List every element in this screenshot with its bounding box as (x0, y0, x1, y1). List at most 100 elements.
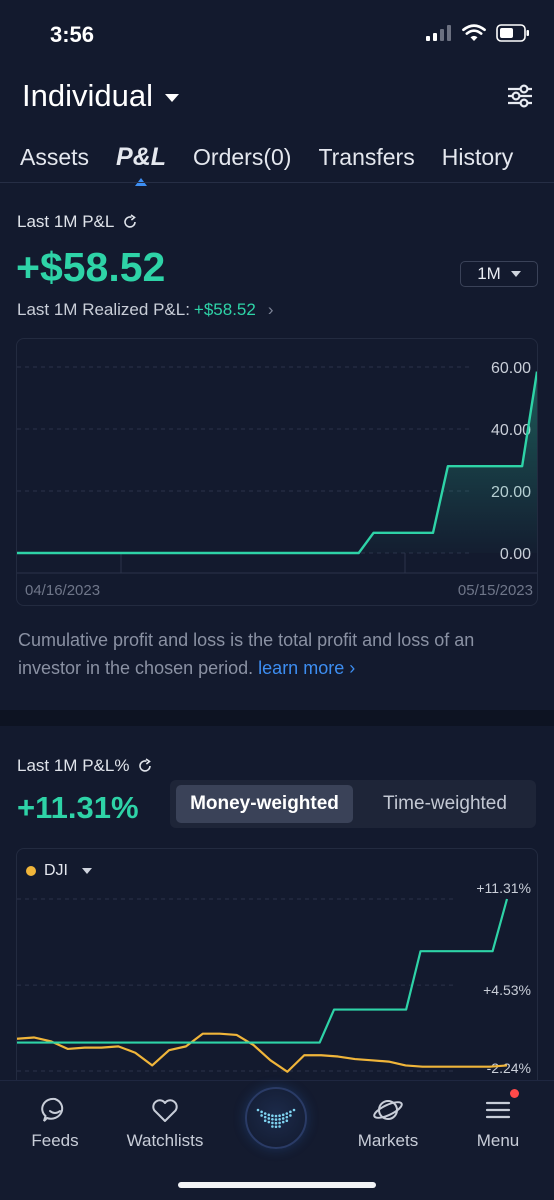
logo-dot (274, 1118, 278, 1121)
logo-dot (263, 1115, 267, 1119)
nav-markets-label: Markets (357, 1131, 419, 1150)
nav-markets[interactable]: Markets (333, 1095, 443, 1151)
status-icons (426, 24, 530, 42)
y-tick-label: -2.24% (487, 1060, 531, 1076)
account-selector[interactable]: Individual (22, 76, 179, 116)
logo-dot (274, 1125, 278, 1129)
period-label: 1M (477, 264, 501, 283)
logo-dot (256, 1108, 260, 1112)
tab-assets[interactable]: Assets (20, 144, 89, 171)
tab-bar: Assets P&L Orders(0) Transfers History (0, 132, 554, 186)
x-tick-label-end: 05/15/2023 (458, 582, 533, 599)
weighting-toggle: Money-weighted Time-weighted (170, 780, 536, 828)
nav-menu[interactable]: Menu (443, 1095, 553, 1151)
status-bar: 3:56 (0, 0, 554, 70)
logo-dot (267, 1117, 271, 1120)
pnl-pct-label-row: Last 1M P&L% (17, 756, 153, 776)
logo-dot (281, 1120, 285, 1124)
tab-pnl[interactable]: P&L (116, 142, 167, 186)
y-tick-label: 40.00 (491, 422, 531, 439)
pnl-label: Last 1M P&L (17, 212, 115, 231)
logo-dot (281, 1117, 285, 1120)
notification-badge (510, 1089, 519, 1098)
nav-watchlists-label: Watchlists (126, 1131, 204, 1150)
logo-dot (285, 1115, 289, 1119)
feeds-icon (41, 1097, 64, 1122)
tab-pnl-label: P&L (116, 142, 167, 171)
chevron-right-icon: › (267, 300, 274, 319)
logo-dot (289, 1114, 292, 1117)
refresh-icon[interactable] (137, 758, 153, 774)
logo-dot (278, 1125, 281, 1128)
logo-dot (278, 1121, 281, 1125)
benchmark-label: DJI (44, 862, 68, 879)
logo-dot (260, 1114, 263, 1117)
pnl-value: +$58.52 (16, 244, 166, 290)
menu-icon (485, 1101, 511, 1119)
status-time: 3:56 (50, 22, 95, 47)
logo-dot (271, 1118, 274, 1121)
home-logo-button[interactable] (245, 1087, 307, 1149)
caret-down-icon (510, 271, 521, 277)
caret-down-icon (164, 94, 179, 102)
benchmark-selector[interactable]: DJI (26, 862, 92, 880)
refresh-icon[interactable] (122, 214, 138, 230)
y-tick-label: 60.00 (491, 360, 531, 377)
pnl-chart-svg: 60.0040.0020.000.0004/16/202305/15/2023 (17, 360, 537, 599)
logo-dot (281, 1113, 285, 1117)
logo-dot (285, 1119, 289, 1123)
x-tick-label-start: 04/16/2023 (25, 582, 100, 599)
planet-icon (373, 1100, 403, 1120)
logo-dot (263, 1112, 267, 1115)
section-separator (0, 710, 554, 726)
pnl-pct-line (17, 898, 509, 1044)
tab-orders[interactable]: Orders(0) (193, 144, 291, 171)
signal-icon (426, 25, 451, 41)
money-weighted-button[interactable]: Money-weighted (176, 785, 353, 823)
y-tick-label: +4.53% (483, 982, 531, 998)
pnl-pct-chart[interactable]: +11.31% +4.53% -2.24% (16, 848, 538, 1088)
period-selector[interactable]: 1M (460, 261, 538, 287)
benchmark-dot (26, 866, 36, 876)
smile-logo-icon (256, 1108, 296, 1129)
pnl-note-text: Cumulative profit and loss is the total … (18, 630, 475, 678)
time-weighted-button[interactable]: Time-weighted (360, 785, 530, 823)
caret-down-icon (82, 868, 92, 874)
realized-pnl-row[interactable]: Last 1M Realized P&L: +$58.52 › (17, 300, 274, 320)
dji-line (17, 1032, 508, 1073)
y-tick-label: +11.31% (476, 880, 531, 896)
logo-dot (267, 1120, 271, 1124)
pnl-pct-value: +11.31% (17, 790, 139, 825)
tab-divider (0, 182, 554, 183)
logo-dot (271, 1114, 274, 1118)
pnl-label-row: Last 1M P&L (17, 212, 138, 232)
filter-sliders-icon[interactable] (506, 82, 534, 110)
learn-more-link[interactable]: learn more › (258, 658, 355, 678)
pnl-pct-label: Last 1M P&L% (17, 756, 130, 775)
nav-feeds-label: Feeds (31, 1131, 79, 1150)
tab-history[interactable]: History (442, 144, 514, 171)
nav-watchlists[interactable]: Watchlists (110, 1095, 220, 1151)
realized-value: +$58.52 (193, 300, 256, 319)
logo-dot (289, 1110, 292, 1114)
learn-more-label: learn more (258, 658, 345, 678)
nav-menu-label: Menu (476, 1131, 520, 1150)
home-indicator (178, 1182, 376, 1188)
logo-dot (278, 1114, 281, 1118)
pnl-note: Cumulative profit and loss is the total … (18, 626, 540, 682)
pnl-pct-chart-svg: +11.31% +4.53% -2.24% (17, 880, 531, 1076)
account-title: Individual (22, 78, 153, 113)
logo-dot (292, 1108, 296, 1112)
logo-dot (271, 1125, 274, 1128)
logo-dot (274, 1114, 278, 1118)
logo-dot (271, 1121, 274, 1125)
logo-dot (285, 1112, 289, 1115)
pnl-chart[interactable]: 60.0040.0020.000.0004/16/202305/15/2023 (16, 338, 538, 606)
heart-icon (152, 1099, 178, 1122)
wifi-icon (462, 24, 486, 41)
pnl-area (17, 371, 537, 553)
realized-label: Last 1M Realized P&L: (17, 300, 190, 319)
tab-transfers[interactable]: Transfers (318, 144, 414, 171)
logo-dot (263, 1119, 267, 1123)
nav-feeds[interactable]: Feeds (0, 1095, 110, 1151)
